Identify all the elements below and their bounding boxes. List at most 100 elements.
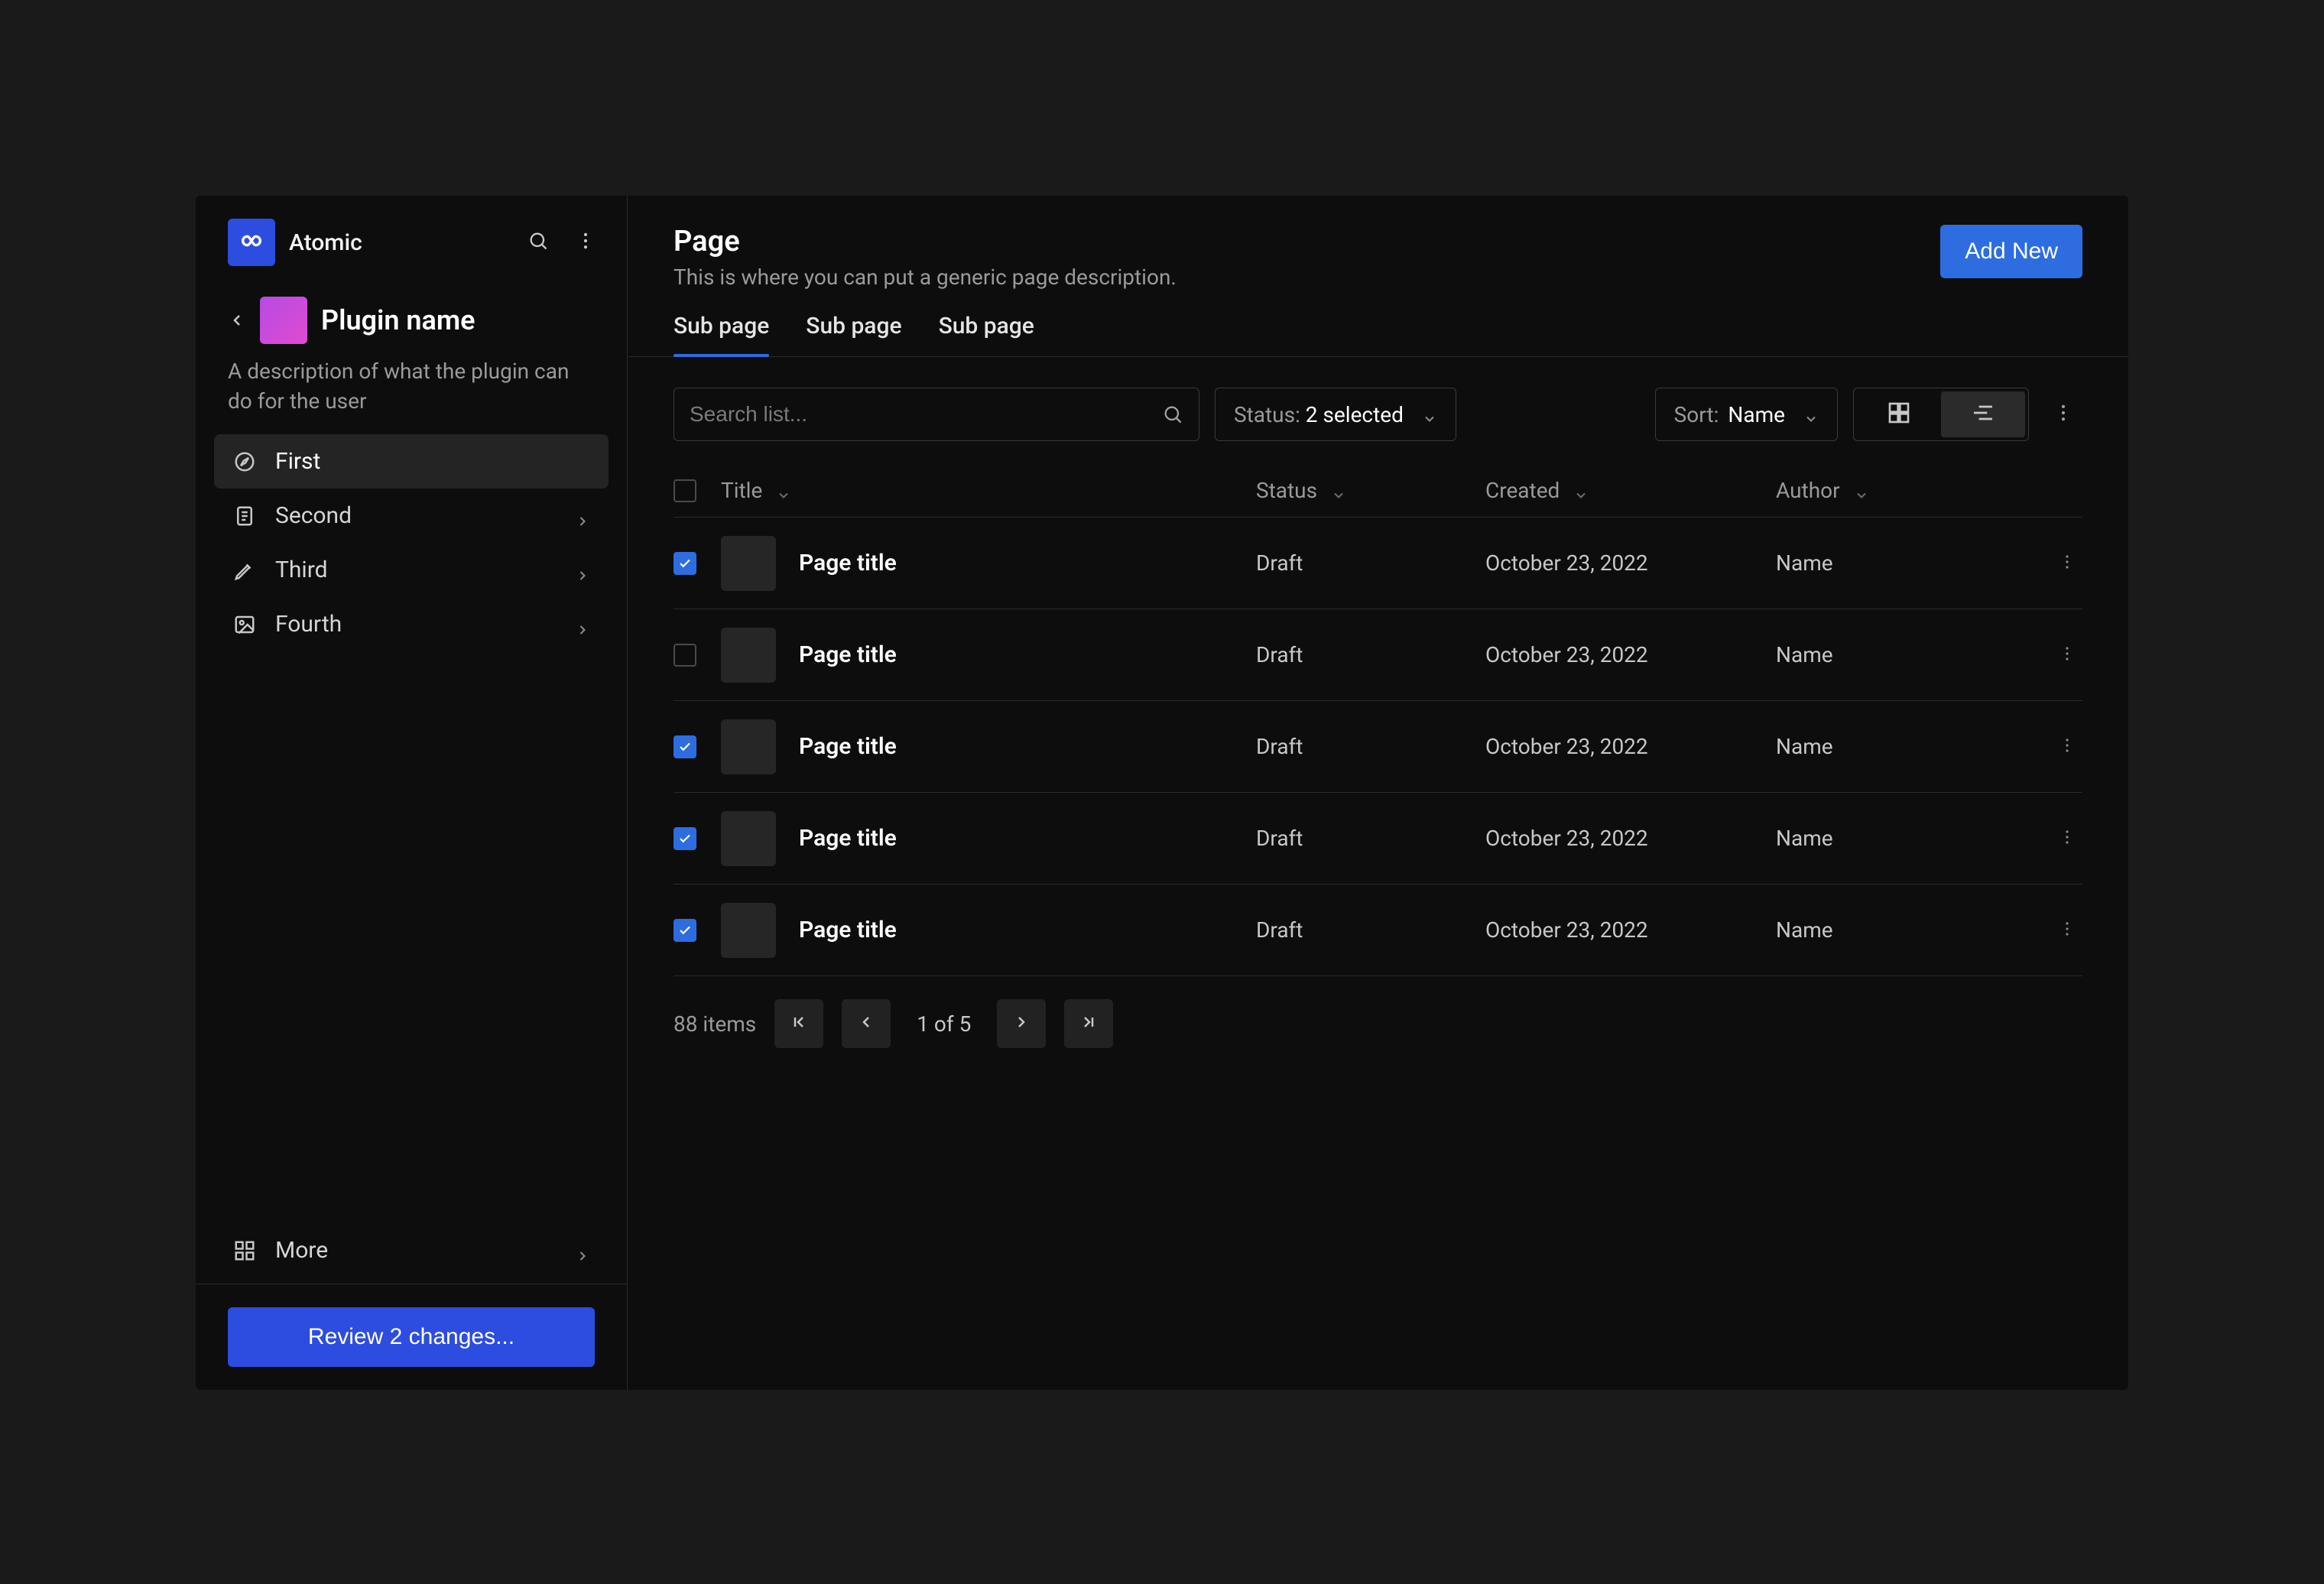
chevron-down-icon bbox=[1331, 483, 1346, 498]
chevron-down-icon bbox=[1854, 483, 1869, 498]
column-author[interactable]: Author bbox=[1776, 478, 2035, 503]
chevron-right-icon bbox=[575, 508, 590, 524]
more-vertical-icon bbox=[2058, 553, 2076, 574]
table-header: Title Status Created Author bbox=[674, 464, 2082, 518]
sidebar-header: Atomic bbox=[196, 196, 627, 289]
row-thumbnail bbox=[721, 536, 776, 591]
row-status: Draft bbox=[1256, 826, 1485, 851]
first-page-button[interactable] bbox=[774, 999, 823, 1048]
sidebar-item-first[interactable]: First bbox=[214, 434, 609, 489]
toolbar: Status: 2 selected Sort: Name bbox=[628, 357, 2128, 441]
table-row[interactable]: Page titleDraftOctober 23, 2022Name bbox=[674, 885, 2082, 976]
list-icon bbox=[1971, 401, 1995, 428]
back-button[interactable] bbox=[228, 311, 246, 329]
row-created: October 23, 2022 bbox=[1485, 826, 1776, 851]
more-vertical-icon bbox=[2058, 828, 2076, 849]
row-status: Draft bbox=[1256, 550, 1485, 576]
chevron-right-icon bbox=[575, 563, 590, 578]
row-created: October 23, 2022 bbox=[1485, 642, 1776, 667]
row-author: Name bbox=[1776, 734, 2035, 759]
row-overflow-button[interactable] bbox=[2052, 640, 2082, 670]
table-row[interactable]: Page titleDraftOctober 23, 2022Name bbox=[674, 793, 2082, 885]
chevron-down-icon bbox=[1803, 407, 1819, 422]
pencil-icon bbox=[232, 558, 257, 583]
chevron-first-icon bbox=[790, 1011, 808, 1037]
table-row[interactable]: Page titleDraftOctober 23, 2022Name bbox=[674, 609, 2082, 701]
row-overflow-button[interactable] bbox=[2052, 732, 2082, 762]
sidebar-item-fourth[interactable]: Fourth bbox=[214, 597, 609, 651]
view-list-button[interactable] bbox=[1941, 391, 2025, 437]
sidebar-item-more[interactable]: More bbox=[214, 1223, 609, 1277]
status-filter[interactable]: Status: 2 selected bbox=[1215, 388, 1456, 441]
table: Title Status Created Author bbox=[628, 441, 2128, 976]
app-name: Atomic bbox=[289, 229, 508, 256]
table-row[interactable]: Page titleDraftOctober 23, 2022Name bbox=[674, 701, 2082, 793]
toolbar-overflow-button[interactable] bbox=[2044, 395, 2082, 433]
review-changes-button[interactable]: Review 2 changes... bbox=[228, 1307, 595, 1367]
app-logo bbox=[228, 219, 275, 266]
row-created: October 23, 2022 bbox=[1485, 550, 1776, 576]
page-title: Page bbox=[674, 225, 1177, 258]
row-author: Name bbox=[1776, 642, 2035, 667]
sidebar-overflow-button[interactable] bbox=[569, 226, 602, 259]
row-checkbox[interactable] bbox=[674, 644, 696, 667]
row-title: Page title bbox=[799, 550, 897, 576]
more-vertical-icon bbox=[575, 230, 596, 255]
row-overflow-button[interactable] bbox=[2052, 548, 2082, 579]
row-created: October 23, 2022 bbox=[1485, 917, 1776, 943]
search-wrap[interactable] bbox=[674, 388, 1199, 441]
sidebar-item-second[interactable]: Second bbox=[214, 489, 609, 543]
next-page-button[interactable] bbox=[997, 999, 1046, 1048]
chevron-right-icon bbox=[1012, 1011, 1031, 1037]
row-checkbox[interactable] bbox=[674, 919, 696, 942]
sort-value: Name bbox=[1728, 402, 1785, 427]
row-created: October 23, 2022 bbox=[1485, 734, 1776, 759]
add-new-button[interactable]: Add New bbox=[1940, 225, 2082, 278]
row-title: Page title bbox=[799, 825, 897, 852]
plugin-title: Plugin name bbox=[321, 304, 476, 336]
row-thumbnail bbox=[721, 903, 776, 958]
row-checkbox[interactable] bbox=[674, 735, 696, 758]
view-grid-button[interactable] bbox=[1857, 391, 1941, 437]
sidebar-item-label: First bbox=[275, 448, 590, 475]
status-filter-label: Status: bbox=[1234, 402, 1306, 427]
column-status[interactable]: Status bbox=[1256, 478, 1485, 503]
row-thumbnail bbox=[721, 628, 776, 683]
chevron-down-icon bbox=[1422, 407, 1437, 422]
search-input[interactable] bbox=[690, 402, 1162, 427]
tab-0[interactable]: Sub page bbox=[674, 313, 769, 356]
tab-2[interactable]: Sub page bbox=[939, 313, 1034, 356]
nav-list: First SecondThirdFourth bbox=[196, 434, 627, 1223]
select-all-checkbox[interactable] bbox=[674, 479, 696, 502]
column-title[interactable]: Title bbox=[721, 478, 1256, 503]
chevron-down-icon bbox=[776, 483, 791, 498]
plugin-desc: A description of what the plugin can do … bbox=[228, 356, 595, 416]
status-filter-value: 2 selected bbox=[1306, 402, 1404, 427]
pagination: 88 items 1 of 5 bbox=[628, 976, 2128, 1071]
column-created[interactable]: Created bbox=[1485, 478, 1776, 503]
chevron-right-icon bbox=[575, 617, 590, 632]
more-vertical-icon bbox=[2058, 920, 2076, 941]
chevron-last-icon bbox=[1079, 1011, 1098, 1037]
row-title: Page title bbox=[799, 917, 897, 943]
sidebar-item-third[interactable]: Third bbox=[214, 543, 609, 597]
row-checkbox[interactable] bbox=[674, 552, 696, 575]
sort-select[interactable]: Sort: Name bbox=[1655, 388, 1838, 441]
chevron-left-icon bbox=[857, 1011, 875, 1037]
page-desc: This is where you can put a generic page… bbox=[674, 265, 1177, 290]
image-icon bbox=[232, 612, 257, 637]
row-status: Draft bbox=[1256, 642, 1485, 667]
row-checkbox[interactable] bbox=[674, 827, 696, 850]
item-count: 88 items bbox=[674, 1011, 756, 1037]
tab-1[interactable]: Sub page bbox=[806, 313, 901, 356]
table-row[interactable]: Page titleDraftOctober 23, 2022Name bbox=[674, 518, 2082, 609]
row-overflow-button[interactable] bbox=[2052, 915, 2082, 946]
last-page-button[interactable] bbox=[1064, 999, 1113, 1048]
prev-page-button[interactable] bbox=[842, 999, 891, 1048]
chevron-right-icon bbox=[575, 1243, 590, 1258]
more-vertical-icon bbox=[2053, 402, 2074, 427]
chevron-down-icon bbox=[1573, 483, 1589, 498]
row-overflow-button[interactable] bbox=[2052, 823, 2082, 854]
search-button[interactable] bbox=[521, 226, 555, 259]
plugin-swatch bbox=[260, 297, 307, 344]
